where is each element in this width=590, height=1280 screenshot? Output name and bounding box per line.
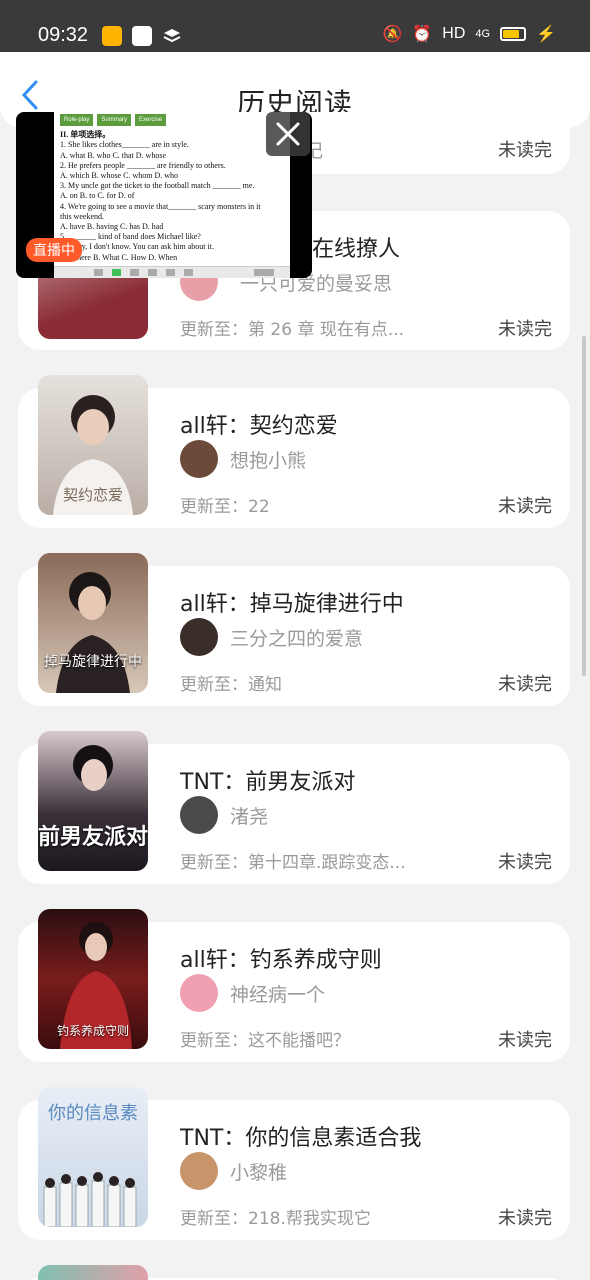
book-card[interactable]: 掉马旋律进行中 all轩：掉马旋律进行中 三分之四的爱意 更新至：通知 未读完 bbox=[18, 553, 570, 706]
book-cover: 钓系养成守则 bbox=[38, 909, 148, 1049]
read-status: 未读完 bbox=[498, 674, 552, 695]
doc-line: II. 单项选择。 bbox=[60, 130, 111, 140]
doc-line: 2. He prefers people _______ are friendl… bbox=[60, 160, 226, 170]
doc-line: 4. We're going to see a movie that______… bbox=[60, 201, 261, 211]
status-icons: 🔕 ⏰ HD 4G ⚡ bbox=[382, 24, 556, 44]
update-info: 更新至：218.帮我实现它 bbox=[180, 1209, 371, 1229]
author-name: 神经病一个 bbox=[230, 983, 326, 1006]
author-avatar bbox=[180, 974, 218, 1012]
cover-text: 你的信息素 bbox=[48, 1103, 138, 1124]
cover-text: 掉马旋律进行中 bbox=[44, 654, 142, 670]
author-name: 小黎稚 bbox=[230, 1161, 288, 1184]
doc-line: A. Where B. What C. How D. When bbox=[60, 252, 178, 262]
book-title: TNT：前男友派对 bbox=[180, 770, 356, 795]
network-label: HD bbox=[442, 25, 466, 42]
doc-tab: Role-play bbox=[60, 114, 94, 127]
baidu-app-icon bbox=[132, 26, 152, 46]
author-name: 渚尧 bbox=[230, 805, 269, 828]
cover-text: 契约恋爱 bbox=[62, 486, 123, 504]
author-avatar bbox=[180, 618, 218, 656]
author-name: 三分之四的爱意 bbox=[230, 627, 364, 650]
book-cover bbox=[38, 1265, 148, 1280]
read-status: 未读完 bbox=[498, 852, 552, 873]
cover-text: 钓系养成守则 bbox=[56, 1024, 129, 1038]
update-info: 更新至：第 26 章 现在有点... bbox=[180, 320, 405, 340]
update-info: 更新至：通知 bbox=[180, 675, 282, 695]
book-cover: 契约恋爱 bbox=[38, 375, 148, 515]
author-avatar bbox=[180, 440, 218, 478]
book-card[interactable]: 钓系养成守则 all轩：钓系养成守则 神经病一个 更新至：这不能播吧？ 未读完 bbox=[18, 909, 570, 1062]
close-float-button[interactable] bbox=[266, 112, 310, 156]
doc-tab: Summary bbox=[97, 114, 132, 127]
live-badge: 直播中 bbox=[26, 238, 82, 262]
doc-line: A. what B. who C. that D. whose bbox=[60, 150, 166, 160]
status-bar: 09:32 🔕 ⏰ HD 4G ⚡ bbox=[0, 0, 590, 52]
scrollbar[interactable] bbox=[582, 336, 586, 676]
doc-line: A. have B. having C. has D. had bbox=[60, 222, 164, 232]
author-avatar bbox=[180, 796, 218, 834]
doc-line: 5. _______ kind of band does Michael lik… bbox=[60, 232, 201, 242]
read-status: 未读完 bbox=[498, 319, 552, 340]
signal-label: 4G bbox=[475, 28, 491, 40]
doc-line: 1. She likes clothes_______ are in style… bbox=[60, 140, 189, 150]
charging-icon: ⚡ bbox=[536, 26, 556, 43]
doc-line: 3. My uncle got the ticket to the footba… bbox=[60, 181, 255, 191]
book-card[interactable]: 你的信息素 TNT：你的信息素适合我 小黎稚 更新至：218.帮我实现它 未读完 bbox=[18, 1087, 570, 1240]
book-title: all轩：掉马旋律进行中 bbox=[180, 592, 404, 617]
book-title: all轩：契约恋爱 bbox=[180, 414, 338, 439]
worksheet-preview: Role-play Summary Exercise II. 单项选择。 1. … bbox=[54, 112, 290, 278]
cover-text: 前男友派对 bbox=[38, 825, 148, 850]
read-status: 未读完 bbox=[498, 1208, 552, 1229]
doc-line: —Sorry, I don't know. You can ask him ab… bbox=[60, 242, 214, 252]
read-status: 未读完 bbox=[498, 496, 552, 517]
book-card[interactable]: 前男友派对 TNT：前男友派对 渚尧 更新至：第十四章.跟踪变态... 未读完 bbox=[18, 731, 570, 884]
book-title: all轩：钓系养成守则 bbox=[180, 948, 382, 973]
book-cover: 前男友派对 bbox=[38, 731, 148, 871]
doc-toolbar bbox=[54, 266, 290, 278]
alarm-icon: ⏰ bbox=[412, 26, 433, 43]
doc-line: this weekend. bbox=[60, 211, 104, 221]
mute-icon: 🔕 bbox=[382, 26, 403, 43]
notes-app-icon bbox=[102, 26, 122, 46]
doc-tab: Exercise bbox=[135, 114, 167, 127]
book-title: TNT：你的信息素适合我 bbox=[180, 1126, 422, 1151]
read-status: 未读完 bbox=[498, 140, 552, 161]
author-avatar bbox=[180, 1152, 218, 1190]
close-icon bbox=[276, 122, 300, 146]
layers-icon bbox=[162, 26, 182, 46]
doc-line: A. on B. to C. for D. of bbox=[60, 191, 135, 201]
update-info: 更新至：22 bbox=[180, 497, 270, 517]
book-card[interactable]: 契约恋爱 all轩：契约恋爱 想抱小熊 更新至：22 未读完 bbox=[18, 375, 570, 528]
book-cover: 掉马旋律进行中 bbox=[38, 553, 148, 693]
author-name: 想抱小熊 bbox=[230, 449, 307, 472]
update-info: 更新至：第十四章.跟踪变态... bbox=[180, 853, 406, 873]
update-info: 更新至：这不能播吧？ bbox=[180, 1031, 350, 1051]
battery-icon bbox=[500, 27, 527, 41]
book-cover: 你的信息素 bbox=[38, 1087, 148, 1227]
status-time: 09:32 bbox=[38, 24, 89, 46]
doc-line: A. which B. whose C. whom D. who bbox=[60, 171, 178, 181]
read-status: 未读完 bbox=[498, 1030, 552, 1051]
